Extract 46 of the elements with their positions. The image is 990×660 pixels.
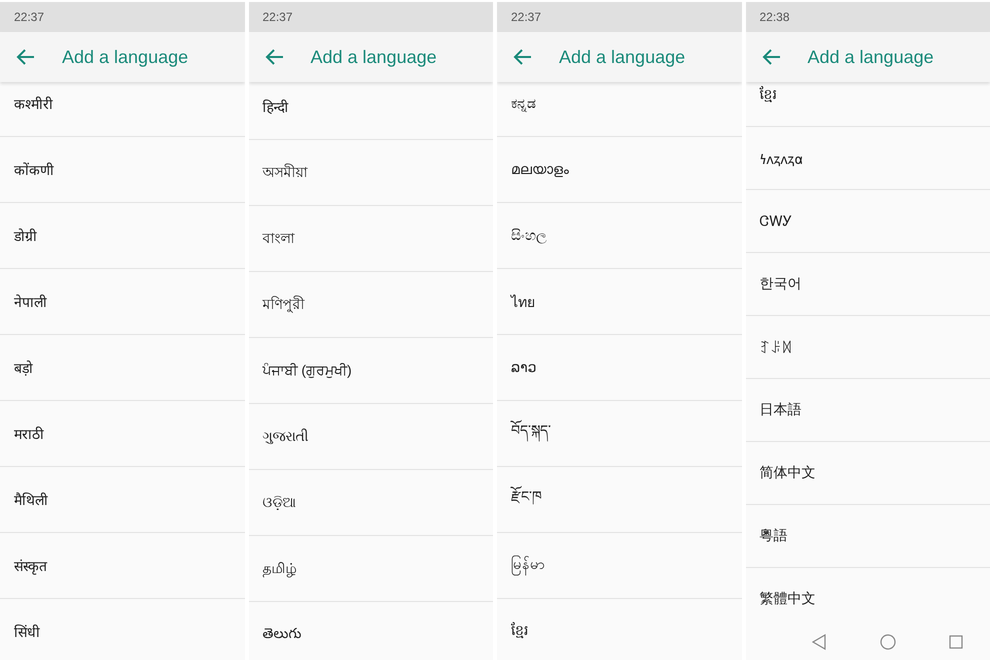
language-item[interactable]: བོད་སྐད་ — [497, 401, 742, 467]
status-time: 22:37 — [511, 10, 542, 24]
language-item[interactable]: සිංහල — [497, 203, 742, 269]
recents-square-icon[interactable] — [949, 635, 964, 649]
screen-title: Add a language — [62, 46, 188, 68]
language-item[interactable]: ಕನ್ನಡ — [497, 82, 742, 137]
language-item[interactable]: ລາວ — [497, 335, 742, 401]
language-item[interactable]: 简体中文 — [746, 442, 990, 505]
language-item[interactable]: মণিপুরী — [248, 272, 493, 338]
status-time: 22:37 — [14, 10, 44, 24]
language-item[interactable]: मैथिली — [0, 467, 244, 533]
language-item[interactable]: 𐓏𐓘𐓻𐓘𐓻𐓟 — [746, 127, 990, 190]
language-item[interactable]: অসমীয়া — [248, 140, 493, 206]
language-item[interactable]: संस्कृत — [0, 533, 244, 599]
language-item[interactable]: कोंकणी — [0, 137, 244, 203]
language-item[interactable]: ꆈꌠꉙ — [746, 316, 990, 379]
language-item[interactable]: ਪੰਜਾਬੀ (ਗੁਰਮੁਖੀ) — [248, 338, 493, 404]
language-item[interactable]: डोग्री — [0, 203, 244, 269]
language-item[interactable]: मराठी — [0, 401, 244, 467]
language-item[interactable]: ខ្មែរ — [497, 599, 742, 660]
language-item[interactable]: རྫོང་ཁ — [497, 467, 742, 533]
language-item[interactable]: 한국어 — [746, 253, 990, 316]
back-triangle-icon[interactable] — [812, 634, 826, 650]
language-item[interactable]: ᏣᎳᎩ — [746, 190, 990, 253]
language-item[interactable]: မြန်မာ — [497, 533, 742, 599]
language-item[interactable]: ខ្មែរ — [746, 82, 990, 127]
language-item[interactable]: बड़ो — [0, 335, 244, 401]
language-item[interactable]: नेपाली — [0, 269, 244, 335]
language-item[interactable]: सिंधी — [0, 599, 244, 660]
language-item[interactable]: कश्मीरी — [0, 82, 244, 137]
language-item[interactable]: ଓଡ଼ିଆ — [248, 470, 493, 536]
home-circle-icon[interactable] — [880, 634, 896, 650]
status-time: 22:37 — [262, 10, 293, 24]
language-item[interactable]: বাংলা — [248, 206, 493, 272]
language-item[interactable]: 粵語 — [746, 505, 990, 568]
language-item[interactable]: 日本語 — [746, 379, 990, 442]
status-time: 22:38 — [760, 10, 790, 24]
language-item[interactable]: ગુજરાતી — [248, 404, 493, 470]
language-item[interactable]: ไทย — [497, 269, 742, 335]
screen-title: Add a language — [808, 46, 934, 68]
language-item[interactable]: हिन्दी — [248, 82, 493, 140]
language-item[interactable]: தமிழ் — [248, 536, 493, 602]
screen-title: Add a language — [310, 46, 437, 68]
screen-title: Add a language — [559, 46, 686, 68]
language-item[interactable]: తెలుగు — [248, 602, 493, 660]
language-item[interactable]: മലയാളം — [497, 137, 742, 203]
